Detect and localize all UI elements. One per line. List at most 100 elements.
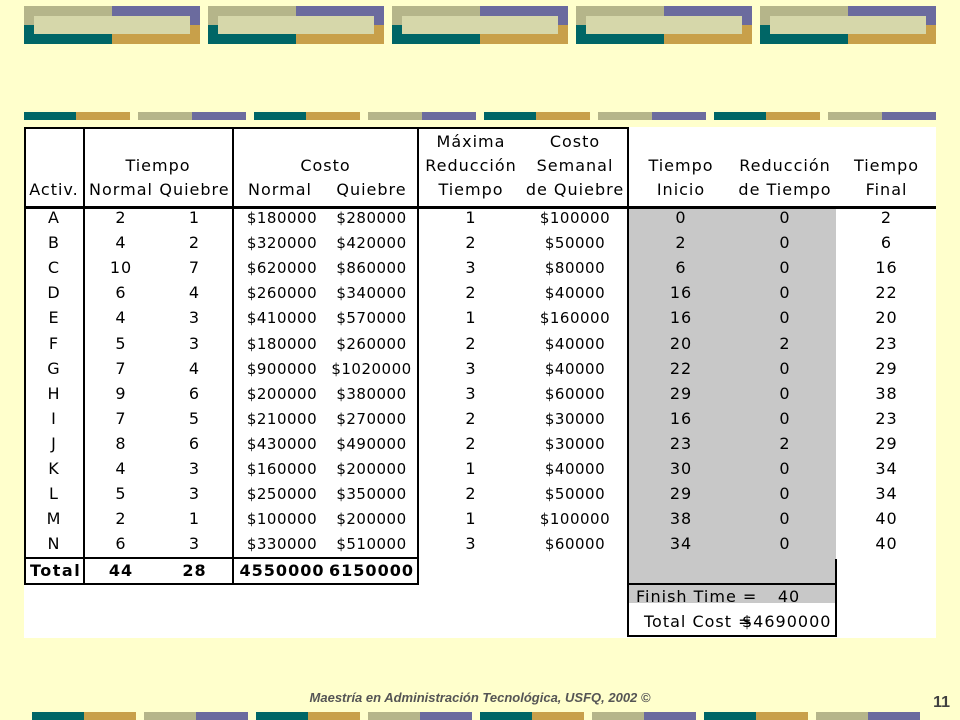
cell-crash-cost: $570000 [336, 309, 407, 328]
cell-crash-time: 6 [188, 383, 201, 403]
cell-crash-cost: $200000 [336, 460, 407, 478]
cell-finish-time: 20 [875, 308, 898, 328]
cell-finish-time: 16 [875, 258, 898, 278]
cell-max-reduction: 2 [465, 283, 477, 303]
cell-finish-time: 6 [880, 233, 893, 253]
cell-max-reduction: 2 [465, 408, 477, 428]
header-tiempo-inicio-1: Tiempo [648, 156, 714, 175]
cell-finish-time: 23 [875, 408, 898, 428]
header-costo-semanal-1: Costo [549, 132, 601, 151]
cell-crash-cost: $490000 [336, 434, 407, 453]
cell-time-reduction: 2 [779, 333, 791, 353]
cell-normal-cost: $250000 [246, 485, 318, 504]
banner-tile [576, 6, 752, 44]
cell-normal-time: 4 [115, 308, 127, 328]
top-banner [0, 0, 960, 48]
header-tiempo-final-2: Final [865, 180, 908, 199]
total-quiebre-costo: 6150000 [329, 561, 414, 580]
cell-activity: I [51, 408, 57, 428]
cell-crash-time: 2 [188, 233, 201, 253]
cell-normal-cost: $320000 [246, 234, 318, 253]
cell-start-time: 29 [669, 484, 693, 504]
cell-activity: L [49, 484, 59, 504]
header-quiebre-costo: Quiebre [336, 180, 407, 199]
header-tiempo-max: Tiempo [438, 180, 504, 199]
header-tiempo-final-1: Tiempo [853, 156, 920, 175]
header-reduccion-tiempo-2: de Tiempo [738, 180, 832, 199]
header-normal-costo: Normal [248, 180, 312, 199]
cell-start-time: 38 [669, 509, 693, 529]
cell-normal-time: 7 [115, 408, 127, 428]
cell-activity: F [48, 333, 60, 353]
cell-crash-time: 3 [188, 459, 201, 478]
cell-crash-time: 3 [188, 534, 201, 554]
total-normal-tiempo: 44 [108, 561, 134, 580]
finish-time-label: Finish Time = [636, 587, 758, 606]
cell-activity: A [48, 208, 60, 227]
cell-normal-cost: $330000 [246, 535, 318, 554]
cell-normal-time: 10 [109, 258, 133, 278]
cell-normal-cost: $100000 [246, 510, 318, 529]
cell-time-reduction: 0 [779, 358, 791, 378]
cell-weekly-crash-cost: $100000 [539, 209, 611, 227]
cell-crash-cost: $860000 [336, 259, 407, 278]
banner-tile [208, 6, 384, 44]
cell-time-reduction: 0 [779, 283, 791, 303]
cell-weekly-crash-cost: $40000 [544, 359, 606, 378]
cell-normal-cost: $430000 [246, 434, 318, 453]
banner-tile [392, 6, 568, 44]
cell-time-reduction: 0 [779, 233, 791, 253]
cell-normal-time: 6 [115, 283, 127, 303]
cell-activity: D [47, 283, 61, 303]
cell-crash-time: 1 [188, 208, 201, 227]
cell-activity: G [47, 358, 61, 378]
cell-weekly-crash-cost: $80000 [544, 259, 606, 278]
cell-max-reduction: 3 [465, 534, 477, 554]
cell-finish-time: 34 [875, 459, 898, 478]
cell-time-reduction: 0 [779, 308, 791, 328]
header-costo-semanal-2: Semanal [536, 156, 614, 175]
cell-finish-time: 38 [875, 383, 898, 403]
cell-max-reduction: 2 [465, 233, 477, 253]
cell-start-time: 34 [669, 534, 693, 554]
cell-normal-cost: $210000 [246, 409, 318, 428]
cell-normal-cost: $900000 [246, 359, 318, 378]
cell-finish-time: 34 [875, 484, 898, 504]
cell-normal-time: 2 [115, 509, 127, 529]
cell-start-time: 16 [669, 308, 693, 328]
cell-max-reduction: 2 [465, 333, 477, 353]
cell-normal-time: 4 [115, 459, 127, 478]
header-costo-semanal-3: de Quiebre [525, 180, 625, 199]
cell-crash-cost: $510000 [336, 535, 407, 554]
total-normal-costo: 4550000 [239, 561, 325, 580]
cell-finish-time: 29 [875, 358, 898, 378]
cell-weekly-crash-cost: $30000 [544, 409, 606, 428]
header-reduccion-tiempo-1: Reducción [739, 156, 831, 175]
cell-time-reduction: 2 [779, 433, 791, 453]
cell-max-reduction: 2 [465, 484, 477, 504]
cell-crash-cost: $420000 [336, 234, 407, 253]
cell-normal-cost: $620000 [246, 259, 318, 278]
cell-activity: N [47, 534, 61, 554]
cell-crash-time: 4 [188, 283, 201, 303]
cell-crash-time: 1 [188, 509, 201, 529]
cell-crash-time: 5 [188, 408, 201, 428]
cell-time-reduction: 0 [779, 208, 791, 227]
cell-finish-time: 2 [880, 208, 893, 227]
cell-time-reduction: 0 [779, 408, 791, 428]
cell-weekly-crash-cost: $100000 [539, 510, 611, 529]
cell-crash-cost: $350000 [336, 485, 407, 504]
cell-start-time: 2 [675, 233, 687, 253]
total-cost-value: $4690000 [742, 612, 832, 631]
cell-normal-cost: $180000 [246, 334, 318, 353]
cell-time-reduction: 0 [779, 459, 791, 478]
finish-time-value: 40 [777, 587, 801, 606]
cell-normal-cost: $180000 [246, 209, 318, 227]
cell-time-reduction: 0 [779, 258, 791, 278]
cell-crash-time: 6 [188, 433, 201, 453]
cell-start-time: 20 [669, 333, 693, 353]
cell-weekly-crash-cost: $50000 [544, 234, 606, 253]
cell-weekly-crash-cost: $60000 [544, 384, 606, 403]
header-reduccion: Reducción [425, 156, 517, 175]
cell-normal-time: 5 [115, 333, 127, 353]
